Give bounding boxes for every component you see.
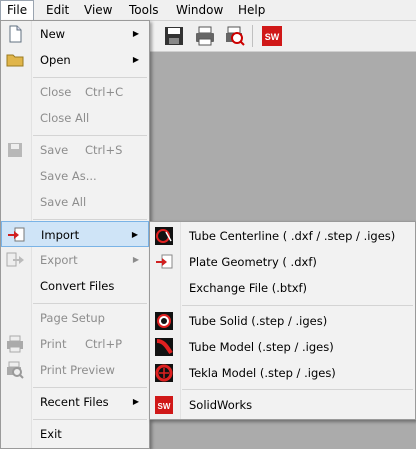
menu-help[interactable]: Help <box>232 0 271 20</box>
menu-bar: File Edit View Tools Window Help <box>0 0 416 21</box>
menu-item-close-all[interactable]: Close All <box>1 105 149 131</box>
import-icon <box>6 225 26 245</box>
tube-solid-icon <box>154 311 174 331</box>
import-submenu: Tube Centerline ( .dxf / .step / .iges) … <box>149 221 416 420</box>
menu-item-tube-solid[interactable]: Tube Solid (.step / .iges) <box>150 308 415 334</box>
solidworks-icon[interactable]: SW <box>261 25 283 47</box>
menu-item-tekla-model[interactable]: Tekla Model (.step / .iges) <box>150 360 415 386</box>
print-preview-icon[interactable] <box>224 25 246 47</box>
chevron-right-icon: ▶ <box>132 29 139 38</box>
menu-window[interactable]: Window <box>170 0 229 20</box>
menu-item-page-setup[interactable]: Page Setup <box>1 305 149 331</box>
menu-item-close[interactable]: Close Ctrl+C <box>1 79 149 105</box>
menu-separator <box>33 387 147 388</box>
menu-separator <box>182 305 413 306</box>
export-icon <box>5 250 25 270</box>
tekla-model-icon <box>154 363 174 383</box>
svg-text:SW: SW <box>265 32 280 42</box>
chevron-right-icon: ▶ <box>132 255 139 264</box>
menu-item-import[interactable]: Import ▶ <box>1 221 149 247</box>
plate-geometry-icon <box>154 252 174 272</box>
print-preview-icon <box>5 360 25 380</box>
tube-centerline-icon <box>154 226 174 246</box>
menu-separator <box>33 77 147 78</box>
menu-file[interactable]: File <box>0 0 35 21</box>
print-icon <box>5 334 25 354</box>
solidworks-icon: SW <box>154 395 174 415</box>
menu-item-exchange-file[interactable]: Exchange File (.btxf) <box>150 275 415 301</box>
save-icon <box>5 140 25 160</box>
menu-item-new[interactable]: New ▶ <box>1 21 149 47</box>
menu-item-save-all[interactable]: Save All <box>1 189 149 215</box>
menu-item-open[interactable]: Open ▶ <box>1 47 149 73</box>
folder-icon <box>5 50 25 70</box>
menu-separator <box>33 219 147 220</box>
chevron-right-icon: ▶ <box>132 397 139 406</box>
file-menu: New ▶ Open ▶ Close Ctrl+C Close All Save… <box>0 20 150 449</box>
menu-item-print[interactable]: Print Ctrl+P <box>1 331 149 357</box>
menu-separator <box>33 135 147 136</box>
menu-item-print-preview[interactable]: Print Preview <box>1 357 149 383</box>
menu-item-tube-model[interactable]: Tube Model (.step / .iges) <box>150 334 415 360</box>
menu-separator <box>182 389 413 390</box>
menu-item-solidworks[interactable]: SW SolidWorks <box>150 392 415 418</box>
menu-item-exit[interactable]: Exit <box>1 421 149 447</box>
svg-text:SW: SW <box>158 402 171 411</box>
new-document-icon <box>5 24 25 44</box>
menu-item-recent-files[interactable]: Recent Files ▶ <box>1 389 149 415</box>
menu-item-export[interactable]: Export ▶ <box>1 247 149 273</box>
chevron-right-icon: ▶ <box>131 230 138 239</box>
menu-item-plate-geometry[interactable]: Plate Geometry ( .dxf) <box>150 249 415 275</box>
toolbar-separator <box>252 25 253 47</box>
menu-item-save[interactable]: Save Ctrl+S <box>1 137 149 163</box>
chevron-right-icon: ▶ <box>132 55 139 64</box>
print-icon[interactable] <box>194 25 216 47</box>
menu-edit[interactable]: Edit <box>40 0 75 20</box>
menu-view[interactable]: View <box>78 0 118 20</box>
menu-separator <box>33 303 147 304</box>
save-icon[interactable] <box>163 25 185 47</box>
tube-model-icon <box>154 337 174 357</box>
menu-item-save-as[interactable]: Save As... <box>1 163 149 189</box>
menu-item-tube-centerline[interactable]: Tube Centerline ( .dxf / .step / .iges) <box>150 223 415 249</box>
menu-separator <box>33 419 147 420</box>
menu-item-convert-files[interactable]: Convert Files <box>1 273 149 299</box>
menu-tools[interactable]: Tools <box>123 0 165 20</box>
